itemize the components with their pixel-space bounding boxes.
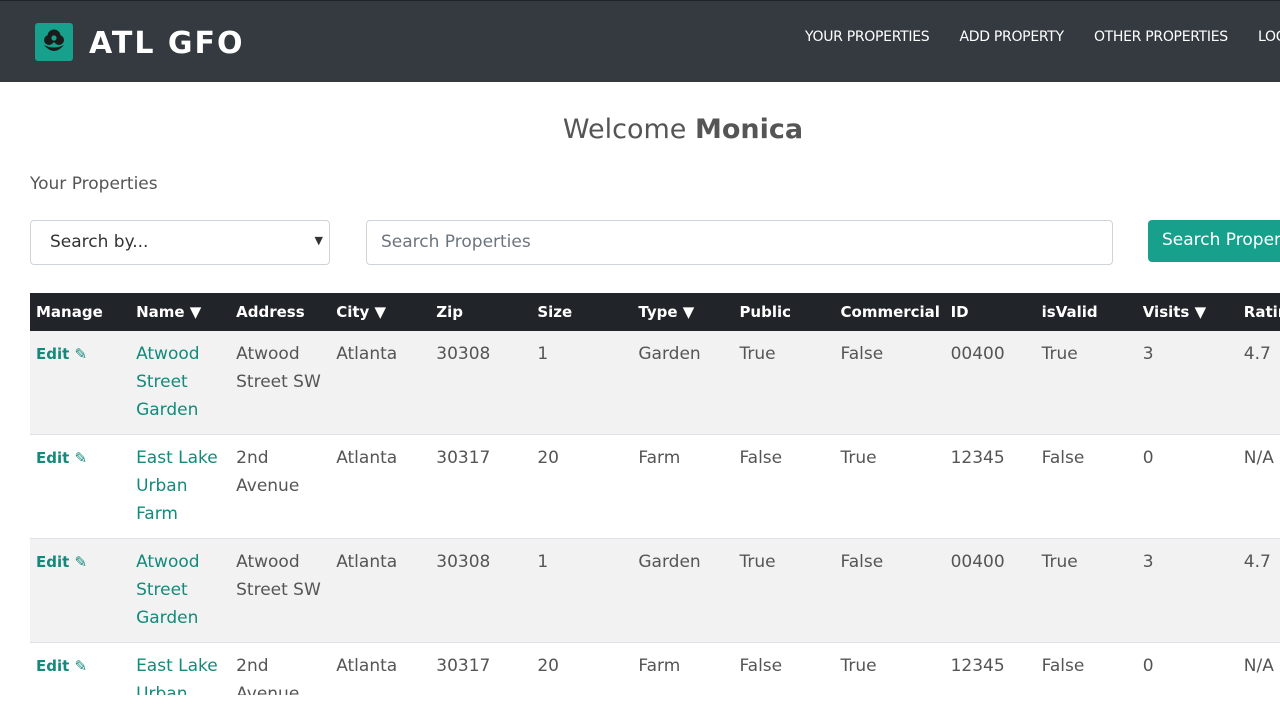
address-cell: 2nd Avenue: [236, 448, 300, 496]
edit-button[interactable]: Edit ✎: [36, 657, 87, 675]
address-cell: Atwood Street SW: [236, 344, 321, 392]
edit-button[interactable]: Edit ✎: [36, 345, 87, 363]
table-row: Edit ✎ East Lake Urban Farm 2nd Avenue Atla…: [30, 642, 1280, 696]
col-address-header: Address: [236, 303, 305, 321]
address-cell: 2nd Avenue: [236, 656, 300, 695]
nav-logout[interactable]: LOGOUT: [1258, 29, 1280, 45]
properties-table: Manage Name ▼ Address City ▼ Zip Size Type ▼ Pu…: [30, 293, 1280, 695]
nav-your-properties[interactable]: YOUR PROPERTIES: [805, 29, 930, 45]
rating-cell: N/A: [1243, 448, 1274, 468]
zip-cell: 30308: [436, 344, 491, 364]
visits-cell: 3: [1142, 344, 1154, 364]
city-cell: Atlanta: [336, 448, 398, 468]
property-name-link[interactable]: East Lake Urban Farm: [136, 448, 218, 524]
size-cell: 1: [537, 552, 549, 572]
public-cell: False: [739, 656, 783, 676]
table-header-row: Manage Name ▼ Address City ▼ Zip Size Type ▼ Pu…: [30, 293, 1280, 331]
id-cell: 00400: [950, 344, 1005, 364]
name-cell: East Lake Urban Farm: [130, 643, 230, 695]
id-cell: 12345: [950, 656, 1005, 676]
name-cell: Atwood Street Garden: [130, 331, 230, 435]
col-id-header: ID: [950, 303, 969, 321]
city-cell: Atlanta: [336, 344, 398, 364]
id-cell: 00400: [950, 552, 1005, 572]
edit-button[interactable]: Edit ✎: [36, 449, 87, 467]
search-properties-button[interactable]: Search Properties: [1148, 220, 1280, 262]
table-row: Edit ✎ Atwood Street Garden Atwood Street …: [30, 538, 1280, 643]
isvalid-cell: False: [1041, 656, 1085, 676]
zip-cell: 30308: [436, 552, 491, 572]
nav-other-properties[interactable]: OTHER PROPERTIES: [1094, 29, 1228, 45]
public-cell: True: [739, 344, 776, 364]
commercial-cell: False: [840, 552, 884, 572]
section-title: Your Properties: [30, 174, 158, 194]
public-cell: False: [739, 448, 783, 468]
rating-cell: 4.7: [1243, 344, 1271, 364]
zip-cell: 30317: [436, 448, 491, 468]
welcome-prefix: Welcome: [562, 114, 687, 145]
navbar: ATL GFO YOUR PROPERTIES ADD PROPERTY OTH…: [0, 0, 1280, 82]
col-type-header[interactable]: Type ▼: [632, 293, 733, 331]
manage-cell: Edit ✎: [30, 331, 130, 435]
address-cell: Atwood Street SW: [236, 552, 321, 600]
type-cell: Farm: [638, 448, 681, 468]
rating-cell: N/A: [1243, 656, 1274, 676]
zip-cell: 30317: [436, 656, 491, 676]
col-rating-header: Rating: [1243, 303, 1280, 321]
isvalid-cell: True: [1041, 552, 1078, 572]
rating-cell: 4.7: [1243, 552, 1271, 572]
visits-cell: 3: [1142, 552, 1154, 572]
table-row: Edit ✎ East Lake Urban Farm 2nd Avenue Atla…: [30, 434, 1280, 539]
visits-cell: 0: [1142, 448, 1154, 468]
search-by-label: Search by...: [50, 232, 149, 252]
col-city-header[interactable]: City ▼: [330, 293, 430, 331]
welcome-user: Monica: [694, 114, 804, 145]
manage-cell: Edit ✎: [30, 643, 130, 696]
public-cell: True: [739, 552, 776, 572]
name-cell: East Lake Urban Farm: [130, 435, 230, 539]
search-by-select[interactable]: Search by... ▼: [30, 220, 330, 265]
col-isvalid-header: isValid: [1041, 303, 1098, 321]
isvalid-cell: False: [1041, 448, 1085, 468]
flower-icon[interactable]: [35, 23, 73, 61]
col-visits-header[interactable]: Visits ▼: [1137, 293, 1238, 331]
isvalid-cell: True: [1041, 344, 1078, 364]
commercial-cell: True: [840, 448, 877, 468]
commercial-cell: False: [840, 344, 884, 364]
col-zip-header: Zip: [436, 303, 464, 321]
name-cell: Atwood Street Garden: [130, 539, 230, 643]
id-cell: 12345: [950, 448, 1005, 468]
city-cell: Atlanta: [336, 656, 398, 676]
manage-cell: Edit ✎: [30, 435, 130, 539]
nav-add-property[interactable]: ADD PROPERTY: [960, 29, 1065, 45]
brand-name[interactable]: ATL GFO: [89, 25, 245, 63]
col-manage-header: Manage: [36, 303, 103, 321]
visits-cell: 0: [1142, 656, 1154, 676]
col-commercial-header: Commercial: [840, 303, 940, 321]
col-name-header[interactable]: Name ▼: [130, 293, 230, 331]
type-cell: Garden: [638, 344, 701, 364]
size-cell: 1: [537, 344, 549, 364]
commercial-cell: True: [840, 656, 877, 676]
size-cell: 20: [537, 656, 559, 676]
welcome-heading: Welcome Monica: [0, 114, 1280, 145]
property-name-link[interactable]: East Lake Urban Farm: [136, 656, 218, 695]
col-public-header: Public: [739, 303, 792, 321]
manage-cell: Edit ✎: [30, 539, 130, 643]
caret-down-icon: ▼: [314, 234, 323, 247]
property-name-link[interactable]: Atwood Street Garden: [136, 552, 200, 628]
search-input[interactable]: Search Properties: [366, 220, 1113, 265]
property-name-link[interactable]: Atwood Street Garden: [136, 344, 200, 420]
nav-links: YOUR PROPERTIES ADD PROPERTY OTHER PROPE…: [805, 29, 1280, 45]
size-cell: 20: [537, 448, 559, 468]
type-cell: Farm: [638, 656, 681, 676]
table-row: Edit ✎ Atwood Street Garden Atwood Street …: [30, 331, 1280, 435]
col-size-header: Size: [537, 303, 573, 321]
type-cell: Garden: [638, 552, 701, 572]
edit-button[interactable]: Edit ✎: [36, 553, 87, 571]
city-cell: Atlanta: [336, 552, 398, 572]
